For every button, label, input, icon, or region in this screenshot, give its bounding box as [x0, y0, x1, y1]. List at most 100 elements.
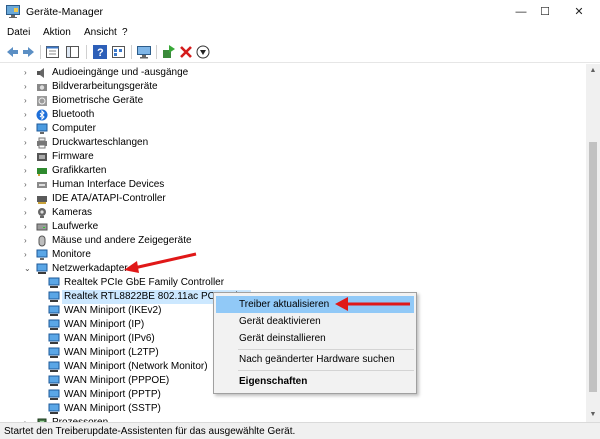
scroll-down-arrow-icon[interactable]: ▼ — [586, 408, 600, 422]
menu-file[interactable]: Datei — [7, 27, 30, 38]
expand-chevron-icon[interactable]: › — [24, 80, 32, 94]
menu-item-scan-hardware[interactable]: Nach geänderter Hardware suchen — [216, 351, 414, 368]
tree-item-label: Audioeingänge und -ausgänge — [52, 67, 189, 78]
tree-item-label: Computer — [52, 123, 96, 134]
expand-chevron-icon[interactable]: › — [24, 150, 32, 164]
firmware-icon — [36, 151, 48, 163]
expand-chevron-icon[interactable]: › — [24, 192, 32, 206]
properties-icon[interactable] — [45, 44, 61, 60]
annotation-arrow-network — [124, 252, 197, 273]
menu-view[interactable]: Ansicht — [84, 27, 117, 38]
network-adapter-icon — [48, 361, 60, 373]
uninstall-icon[interactable] — [178, 44, 194, 60]
network-adapter-icon — [48, 277, 60, 289]
network-adapter-icon — [48, 375, 60, 387]
update-driver-icon[interactable] — [161, 44, 177, 60]
vertical-scrollbar[interactable]: ▲ ▼ — [586, 64, 600, 422]
menu-item-properties[interactable]: Eigenschaften — [216, 373, 414, 390]
scrollbar-thumb[interactable] — [589, 142, 597, 392]
tree-item-label: WAN Miniport (Network Monitor) — [64, 361, 208, 372]
network-adapter-icon — [48, 291, 60, 303]
window-title: Geräte-Manager — [26, 6, 104, 18]
forward-icon[interactable] — [21, 44, 37, 60]
toolbar-separator — [156, 45, 157, 59]
download-icon[interactable] — [195, 44, 211, 60]
camera-icon — [36, 81, 48, 93]
bluetooth-icon — [36, 109, 48, 121]
webcam-icon — [36, 207, 48, 219]
expand-chevron-icon[interactable]: › — [24, 234, 32, 248]
printer-icon — [36, 137, 48, 149]
expand-chevron-icon[interactable]: › — [24, 164, 32, 178]
expand-chevron-icon[interactable]: › — [24, 94, 32, 108]
show-hide-console-tree-icon[interactable] — [65, 44, 81, 60]
menu-action[interactable]: Aktion — [43, 27, 71, 38]
toolbar-separator — [86, 45, 87, 59]
hid-icon — [36, 179, 48, 191]
menu-item-disable-device[interactable]: Gerät deaktivieren — [216, 313, 414, 330]
tree-item-label: Bluetooth — [52, 109, 95, 120]
tree-item-label: Realtek PCIe GbE Family Controller — [64, 277, 225, 288]
annotation-arrow-update-driver — [335, 297, 410, 311]
help-icon[interactable]: ? — [92, 44, 108, 60]
tree-item-label: Netzwerkadapter — [52, 263, 128, 274]
network-adapter-icon — [36, 263, 48, 275]
expand-chevron-icon[interactable]: › — [24, 66, 32, 80]
tree-item-label: WAN Miniport (IKEv2) — [64, 305, 162, 316]
speaker-icon — [36, 67, 48, 79]
tree-item-label: WAN Miniport (L2TP) — [64, 347, 159, 358]
network-adapter-icon — [48, 389, 60, 401]
menu-item-uninstall-device[interactable]: Gerät deinstallieren — [216, 330, 414, 347]
ide-controller-icon — [36, 193, 48, 205]
expand-chevron-icon[interactable]: › — [24, 206, 32, 220]
expand-chevron-icon[interactable]: › — [24, 122, 32, 136]
expand-chevron-icon[interactable]: › — [24, 108, 32, 122]
menu-separator — [238, 370, 414, 371]
tree-item-label: WAN Miniport (IP) — [64, 319, 145, 330]
network-adapter-icon — [48, 305, 60, 317]
menu-help[interactable]: ? — [122, 27, 128, 38]
toolbar: ? — [0, 41, 600, 63]
computer-icon — [36, 123, 48, 135]
tree-item-label: IDE ATA/ATAPI-Controller — [52, 193, 166, 204]
expand-chevron-icon[interactable]: › — [24, 178, 32, 192]
expand-chevron-icon[interactable]: › — [24, 220, 32, 234]
tree-item-label: Firmware — [52, 151, 94, 162]
status-text: Startet den Treiberupdate-Assistenten fü… — [4, 426, 296, 437]
tree-item-label: WAN Miniport (SSTP) — [64, 403, 161, 414]
tree-item-label: Laufwerke — [52, 221, 99, 232]
back-icon[interactable] — [4, 44, 20, 60]
tree-item-label: Bildverarbeitungsgeräte — [52, 81, 158, 92]
toolbar-separator — [40, 45, 41, 59]
tree-item-label: WAN Miniport (PPTP) — [64, 389, 161, 400]
collapse-chevron-icon[interactable]: ⌄ — [24, 262, 32, 276]
tree-item-label: Biometrische Geräte — [52, 95, 144, 106]
device-manager-icon — [6, 5, 20, 18]
network-adapter-icon — [48, 403, 60, 415]
network-adapter-icon — [48, 319, 60, 331]
expand-chevron-icon[interactable]: › — [24, 136, 32, 150]
drive-icon — [36, 221, 48, 233]
status-bar: Startet den Treiberupdate-Assistenten fü… — [0, 422, 600, 439]
view-icon[interactable] — [111, 44, 127, 60]
tree-item-label: Monitore — [52, 249, 91, 260]
menu-separator — [238, 349, 414, 350]
network-adapter-icon — [48, 333, 60, 345]
tree-item-label: Kameras — [52, 207, 93, 218]
monitor-scan-icon[interactable] — [136, 44, 152, 60]
close-button[interactable]: ✕ — [556, 0, 600, 24]
network-adapter-icon — [48, 347, 60, 359]
display-adapter-icon — [36, 165, 48, 177]
tree-item-label: WAN Miniport (IPv6) — [64, 333, 155, 344]
menu-bar: Datei Aktion Ansicht ? — [0, 25, 600, 41]
tree-item-label: Human Interface Devices — [52, 179, 165, 190]
expand-chevron-icon[interactable]: › — [24, 248, 32, 262]
tree-item-label: Grafikkarten — [52, 165, 107, 176]
toolbar-separator — [131, 45, 132, 59]
tree-item-label: WAN Miniport (PPPOE) — [64, 375, 170, 386]
monitor-icon — [36, 249, 48, 261]
tree-item-label: Mäuse und andere Zeigegeräte — [52, 235, 192, 246]
scroll-up-arrow-icon[interactable]: ▲ — [586, 64, 600, 78]
fingerprint-icon — [36, 95, 48, 107]
title-bar: Geräte-Manager — ☐ ✕ — [0, 0, 600, 24]
